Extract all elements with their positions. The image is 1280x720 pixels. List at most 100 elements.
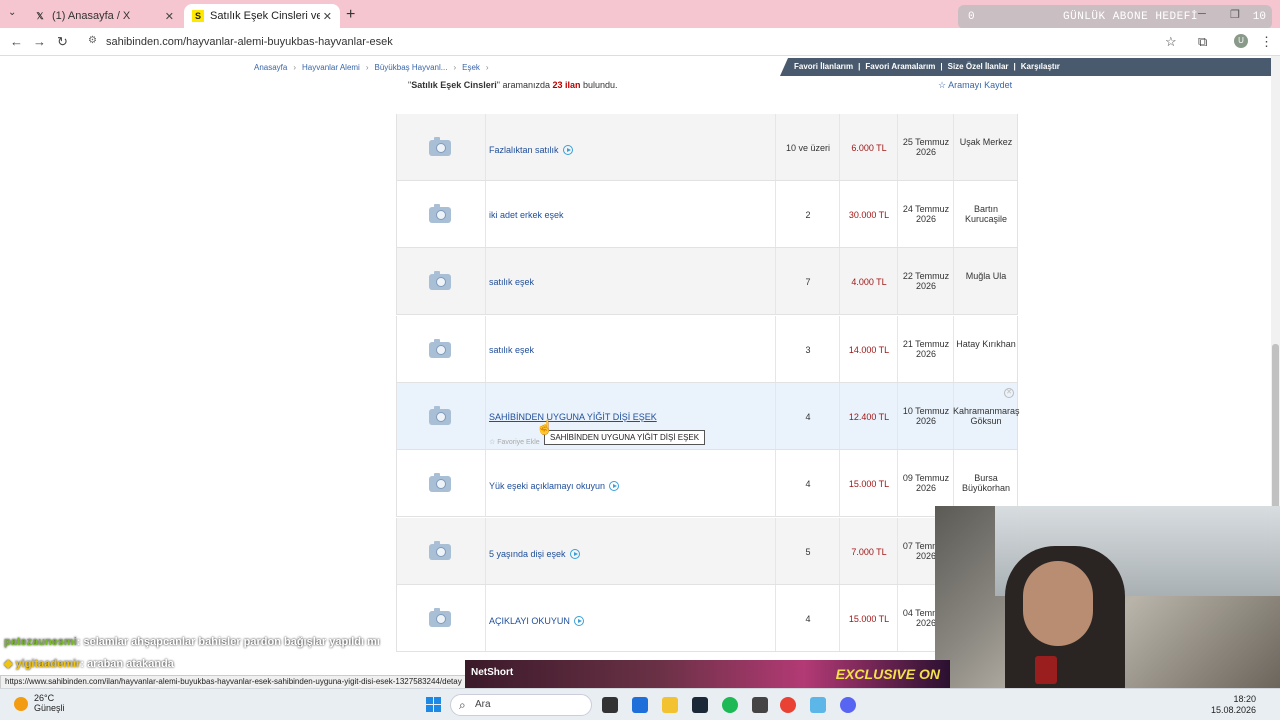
listing-title-link[interactable]: Yük eşeki açıklamayı okuyun [489, 479, 620, 491]
listing-quantity: 4 [805, 614, 811, 624]
webcam-face [1023, 561, 1093, 646]
listing-row[interactable]: iki adet erkek eşek 2 30.000 TL 24 Temmuz 2… [396, 181, 1018, 248]
listing-title-link[interactable]: AÇIKLAYI OKUYUN [489, 614, 584, 626]
camera-icon[interactable] [429, 137, 451, 156]
chrome-icon[interactable] [780, 697, 796, 713]
profile-avatar[interactable]: U [1234, 34, 1248, 48]
more-menu-icon[interactable]: ⋮ [1260, 34, 1273, 50]
listing-row[interactable]: satılık eşek 3 14.000 TL 21 Temmuz 2026 Hata… [396, 316, 1018, 383]
listing-title-link[interactable]: iki adet erkek eşek [489, 210, 564, 220]
listing-quantity: 10 ve üzeri [785, 143, 831, 153]
listing-quantity: 2 [805, 210, 811, 220]
weather-widget[interactable]: 26°C Güneşli [34, 693, 65, 713]
tab-sahibinden[interactable]: S Satılık Eşek Cinsleri ve Fiyatları ✕ [184, 4, 340, 28]
system-clock[interactable]: 18:20 15.08.2026 [1211, 694, 1256, 716]
listing-price: 15.000 TL [848, 614, 890, 624]
listing-quantity: 3 [805, 345, 811, 355]
result-summary: "Satılık Eşek Cinsleri" aramanızda 23 il… [408, 80, 618, 90]
reload-icon[interactable]: ↻ [57, 34, 68, 50]
tab-x[interactable]: 𝕏 (1) Anasayfa / X ✕ [26, 4, 182, 28]
url-input[interactable]: ⚙ sahibinden.com/hayvanlar-alemi-buyukba… [80, 31, 1192, 53]
tab-search-chevron-icon[interactable]: ⌄ [8, 7, 16, 18]
listing-location: Bursa Büyükorhan [961, 473, 1011, 493]
breadcrumb: Anasayfa › Hayvanlar Alemi › Büyükbaş Hayv… [254, 63, 489, 72]
ad-banner[interactable]: NetShort EXCLUSIVE ON [465, 660, 950, 688]
camera-icon[interactable] [429, 473, 451, 492]
listing-quantity: 4 [805, 479, 811, 489]
banner-tagline: EXCLUSIVE ON [835, 666, 940, 682]
nav-favorite-listings[interactable]: Favori İlanlarım [794, 62, 853, 71]
nav-special-listings[interactable]: Size Özel İlanlar [948, 62, 1009, 71]
close-tab-icon[interactable]: ✕ [323, 10, 332, 23]
save-search-link[interactable]: ☆ Aramayı Kaydet [938, 80, 1012, 91]
breadcrumb-donkey[interactable]: Eşek [462, 63, 480, 72]
listing-row[interactable]: AÇIKLAYI OKUYUN 4 15.000 TL 04 Temmuz 2026 [396, 585, 1018, 652]
breadcrumb-animals[interactable]: Hayvanlar Alemi [302, 63, 360, 72]
listing-location: Kahramanmaraş Göksun [953, 406, 1020, 426]
chevron-right-icon: › [453, 63, 457, 72]
listing-price: 4.000 TL [851, 277, 887, 287]
listing-row[interactable]: Yük eşeki açıklamayı okuyun 4 15.000 TL 09 … [396, 450, 1018, 517]
task-view-icon[interactable] [602, 697, 618, 713]
chat-text: : selamlar ahşapcanlar bahisler pardon b… [76, 636, 380, 648]
camera-icon[interactable] [429, 608, 451, 627]
minimize-icon[interactable]: ─ [1198, 8, 1206, 20]
breadcrumb-livestock[interactable]: Büyükbaş Hayvanl... [375, 63, 448, 72]
new-tab-plus-icon[interactable]: + [346, 6, 355, 24]
bookmark-star-icon[interactable]: ☆ [1165, 34, 1177, 50]
spotify-icon[interactable] [722, 697, 738, 713]
link-tooltip: SAHİBİNDEN UYGUNA YİĞİT DİŞİ EŞEK [544, 430, 706, 445]
listing-date: 09 Temmuz 2026 [902, 473, 950, 493]
windows-start-icon[interactable] [426, 697, 441, 712]
camera-icon[interactable] [429, 204, 451, 223]
listing-title-link[interactable]: 5 yaşında dişi eşek [489, 547, 580, 559]
listing-date: 24 Temmuz 2026 [902, 204, 950, 224]
chat-message: ◆ yigitaademir: araban atakanda [4, 657, 174, 670]
listing-row[interactable]: Fazlalıktan satılık 10 ve üzeri 6.000 TL 25… [396, 114, 1018, 181]
diamond-badge-icon: ◆ [4, 658, 13, 670]
listing-location: Hatay Kırıkhan [956, 339, 1016, 349]
close-circle-icon[interactable]: ✕ [1004, 388, 1014, 398]
windows-taskbar: 26°CGüneşli Ara 18:2015.08.2026 [0, 688, 1280, 720]
chevron-right-icon: › [485, 63, 489, 72]
discord-icon[interactable] [840, 697, 856, 713]
listing-title-link[interactable]: SAHİBİNDEN UYGUNA YİĞİT DİŞİ EŞEK [489, 412, 657, 422]
close-tab-icon[interactable]: ✕ [165, 10, 174, 23]
forward-arrow-icon[interactable]: → [33, 34, 46, 49]
chevron-right-icon: › [365, 63, 369, 72]
obs-icon[interactable] [752, 697, 768, 713]
steam-icon[interactable] [692, 697, 708, 713]
listing-location: Uşak Merkez [959, 137, 1013, 147]
add-favorite-link[interactable]: ☆ Favoriye Ekle [489, 438, 540, 446]
nav-compare[interactable]: Karşılaştır [1021, 62, 1060, 71]
camera-icon[interactable] [429, 541, 451, 560]
sun-icon[interactable] [14, 697, 28, 711]
listing-title-link[interactable]: satılık eşek [489, 345, 534, 355]
camera-icon[interactable] [429, 406, 451, 425]
nav-favorite-searches[interactable]: Favori Aramalarım [865, 62, 935, 71]
listing-date: 22 Temmuz 2026 [902, 271, 950, 291]
address-toolbar: ← → ↻ ⚙ sahibinden.com/hayvanlar-alemi-b… [0, 28, 1280, 56]
breadcrumb-home[interactable]: Anasayfa [254, 63, 287, 72]
camera-icon[interactable] [429, 339, 451, 358]
file-explorer-icon[interactable] [662, 697, 678, 713]
listing-title-link[interactable]: Fazlalıktan satılık [489, 143, 573, 155]
listing-quantity: 5 [805, 547, 811, 557]
play-circle-icon [609, 481, 620, 491]
restore-icon[interactable]: ❐ [1230, 8, 1240, 21]
listing-row[interactable]: 5 yaşında dişi eşek 5 7.000 TL 07 Temmuz 20… [396, 518, 1018, 585]
extensions-puzzle-icon[interactable]: ⧉ [1198, 34, 1207, 50]
app-icon[interactable] [810, 697, 826, 713]
camera-icon[interactable] [429, 271, 451, 290]
back-arrow-icon[interactable]: ← [10, 34, 23, 49]
listing-row[interactable]: satılık eşek 7 4.000 TL 22 Temmuz 2026 Muğla… [396, 248, 1018, 315]
widgets-icon[interactable] [632, 697, 648, 713]
listing-location: Bartın Kurucaşile [964, 204, 1008, 224]
url-text: sahibinden.com/hayvanlar-alemi-buyukbas-… [106, 36, 393, 48]
webcam-cup [1035, 656, 1057, 684]
taskbar-search[interactable]: Ara [450, 694, 592, 716]
listing-title-link[interactable]: satılık eşek [489, 277, 534, 287]
listing-price: 14.000 TL [848, 345, 890, 355]
goal-target: 10 [1252, 11, 1266, 23]
site-info-icon[interactable]: ⚙ [88, 35, 97, 46]
